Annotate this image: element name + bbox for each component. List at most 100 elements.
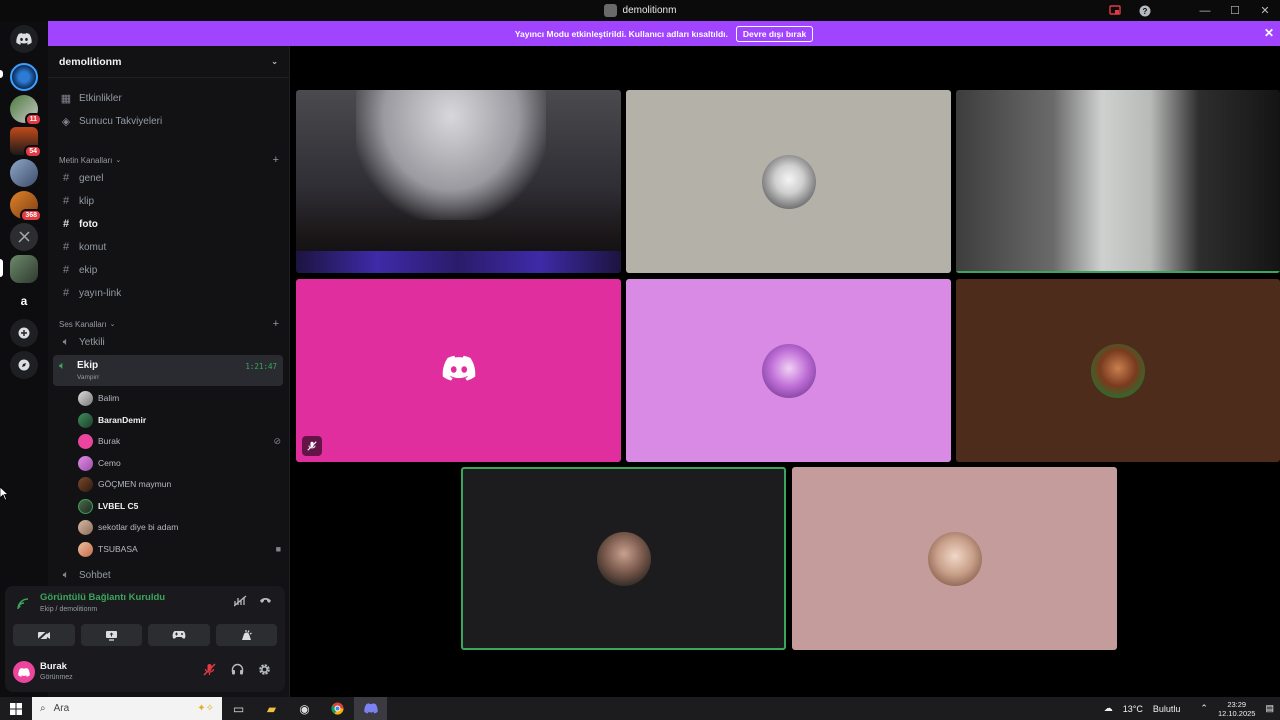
mention-badge: 11 (24, 113, 42, 126)
user-status[interactable]: Görünmez (40, 674, 73, 681)
voice-channel-yetkili[interactable]: 🔈︎ Yetkili (53, 332, 283, 352)
server-icon-3[interactable]: 54 (10, 127, 42, 158)
channel-label: foto (79, 218, 98, 230)
disconnect-icon[interactable] (259, 595, 272, 608)
voice-member[interactable]: Burak ⊘ (78, 432, 283, 450)
sidebar-item-boosts[interactable]: ◈ Sunucu Takviyeleri (53, 111, 283, 131)
window-title: demolitionm (622, 5, 677, 16)
help-icon[interactable]: ? (1130, 0, 1160, 21)
member-name: Burak (98, 436, 121, 446)
voice-actions-row (13, 624, 277, 646)
sidebar-item-events[interactable]: ▦ Etkinlikler (53, 88, 283, 108)
add-channel-icon[interactable]: + (273, 154, 279, 166)
clock-date: 12.10.2025 (1217, 708, 1256, 718)
server-icon-2[interactable]: 11 (10, 95, 42, 126)
video-tile-avatar-speaking[interactable] (461, 467, 786, 650)
voice-member[interactable]: BaranDemir (78, 411, 283, 429)
server-icon-letter[interactable]: a (10, 287, 38, 315)
channel-ekip[interactable]: # ekip (53, 260, 283, 280)
chrome-icon[interactable] (321, 697, 354, 720)
username[interactable]: Burak (40, 661, 67, 672)
notification-icon[interactable]: ▤ (1265, 703, 1274, 714)
avatar (78, 476, 93, 492)
file-explorer-icon[interactable]: ▰ (255, 697, 288, 720)
discover-icon[interactable] (10, 351, 38, 379)
weather-icon[interactable]: ☁ (1104, 703, 1113, 714)
weather-temp[interactable]: 13°C (1123, 704, 1143, 714)
server-icon-6[interactable] (10, 223, 38, 251)
voice-member[interactable]: Cemo (78, 454, 283, 472)
mention-badge: 54 (24, 145, 42, 158)
video-tile-camera[interactable] (296, 90, 621, 273)
weather-desc[interactable]: Bulutlu (1153, 704, 1181, 714)
connection-location[interactable]: Ekip / demolitionm (40, 606, 97, 613)
windows-taskbar: ⌕ Ara ✦✧ ▭ ▰ ◉ ☁ 13°C Bulutlu ⌃ 23:29 12… (0, 697, 1280, 720)
system-tray: ☁ 13°C Bulutlu ⌃ 23:29 12.10.2025 ▤ (1104, 697, 1280, 720)
screen-share-button[interactable] (80, 624, 142, 646)
channel-genel[interactable]: # genel (53, 168, 283, 188)
discord-logo-icon (442, 355, 476, 386)
avatar (1091, 343, 1145, 398)
soundboard-button[interactable] (215, 624, 277, 646)
mute-icon[interactable] (203, 663, 216, 679)
channel-klip[interactable]: # klip (53, 191, 283, 211)
hash-icon: # (62, 264, 70, 276)
channel-yayin-link[interactable]: # yayın-link (53, 283, 283, 303)
channel-komut[interactable]: # komut (53, 237, 283, 257)
close-icon[interactable]: ✕ (1264, 26, 1274, 40)
hash-icon: # (62, 218, 70, 230)
window-titlebar: demolitionm ? — ☐ ✕ (0, 0, 1280, 21)
connection-status[interactable]: Görüntülü Bağlantı Kuruldu (40, 592, 165, 603)
minimize-icon[interactable]: — (1190, 0, 1220, 21)
clock[interactable]: 23:29 12.10.2025 (1218, 700, 1256, 718)
app-icon-steam[interactable]: ◉ (288, 697, 321, 720)
add-server-icon[interactable] (10, 319, 38, 347)
headphones-icon[interactable] (231, 663, 244, 678)
server-icon-5[interactable]: 368 (10, 191, 42, 222)
server-icon-4[interactable] (10, 159, 38, 187)
svg-text:?: ? (1143, 7, 1148, 16)
camera-off-icon: ⊘ (273, 435, 281, 446)
avatar[interactable] (13, 661, 35, 683)
video-tile-camera-room[interactable] (956, 90, 1280, 273)
close-window-icon[interactable]: ✕ (1250, 0, 1280, 21)
camera-feed-person (356, 90, 546, 220)
voice-member[interactable]: Balim (78, 389, 283, 407)
task-view-icon[interactable]: ▭ (222, 697, 255, 720)
disable-streamer-mode-button[interactable]: Devre dışı bırak (735, 25, 814, 42)
activity-button[interactable] (148, 624, 210, 646)
channel-foto[interactable]: # foto (53, 214, 283, 234)
start-windows-icon[interactable] (0, 697, 32, 720)
maximize-icon[interactable]: ☐ (1220, 0, 1250, 21)
avatar (761, 154, 816, 209)
channel-label: Sohbet (79, 569, 111, 581)
voice-channels-category[interactable]: Ses Kanalları ⌄ + (59, 317, 279, 331)
hash-icon: # (62, 287, 70, 299)
voice-member[interactable]: sekotlar diye bi adam (78, 518, 283, 536)
chevron-up-icon[interactable]: ⌃ (1200, 703, 1208, 714)
server-icon-1[interactable] (10, 63, 38, 91)
video-tile-no-video[interactable] (296, 279, 621, 462)
camera-off-button[interactable] (13, 624, 75, 646)
signal-icon[interactable] (17, 598, 29, 613)
noise-suppression-icon[interactable] (233, 595, 247, 610)
video-tile-avatar[interactable] (626, 90, 951, 273)
voice-channel-sohbet[interactable]: 🔈︎ Sohbet (53, 565, 283, 585)
text-channels-category[interactable]: Metin Kanalları ⌄ + (59, 153, 279, 167)
voice-member[interactable]: LVBEL C5 (78, 497, 283, 515)
voice-member[interactable]: GÖÇMEN maymun (78, 475, 283, 493)
video-tile-avatar[interactable] (956, 279, 1280, 462)
home-discord-icon[interactable] (10, 25, 38, 53)
inbox-icon[interactable] (1100, 0, 1130, 21)
voice-channel-ekip[interactable]: 🔈︎ Ekip Vampirr 1:21:47 (53, 355, 283, 386)
voice-member[interactable]: TSUBASA ■ (78, 540, 283, 558)
discord-taskbar-icon[interactable] (354, 697, 387, 720)
video-tile-avatar[interactable] (626, 279, 951, 462)
server-icon-demolitionm[interactable] (10, 255, 38, 283)
server-header[interactable]: demolitionm ⌄ (48, 46, 289, 78)
taskbar-search[interactable]: ⌕ Ara ✦✧ (32, 697, 222, 720)
add-channel-icon[interactable]: + (273, 318, 279, 330)
video-tile-avatar[interactable] (792, 467, 1117, 650)
settings-gear-icon[interactable] (258, 663, 271, 679)
streamer-mode-banner: Yayıncı Modu etkinleştirildi. Kullanıcı … (48, 21, 1280, 46)
